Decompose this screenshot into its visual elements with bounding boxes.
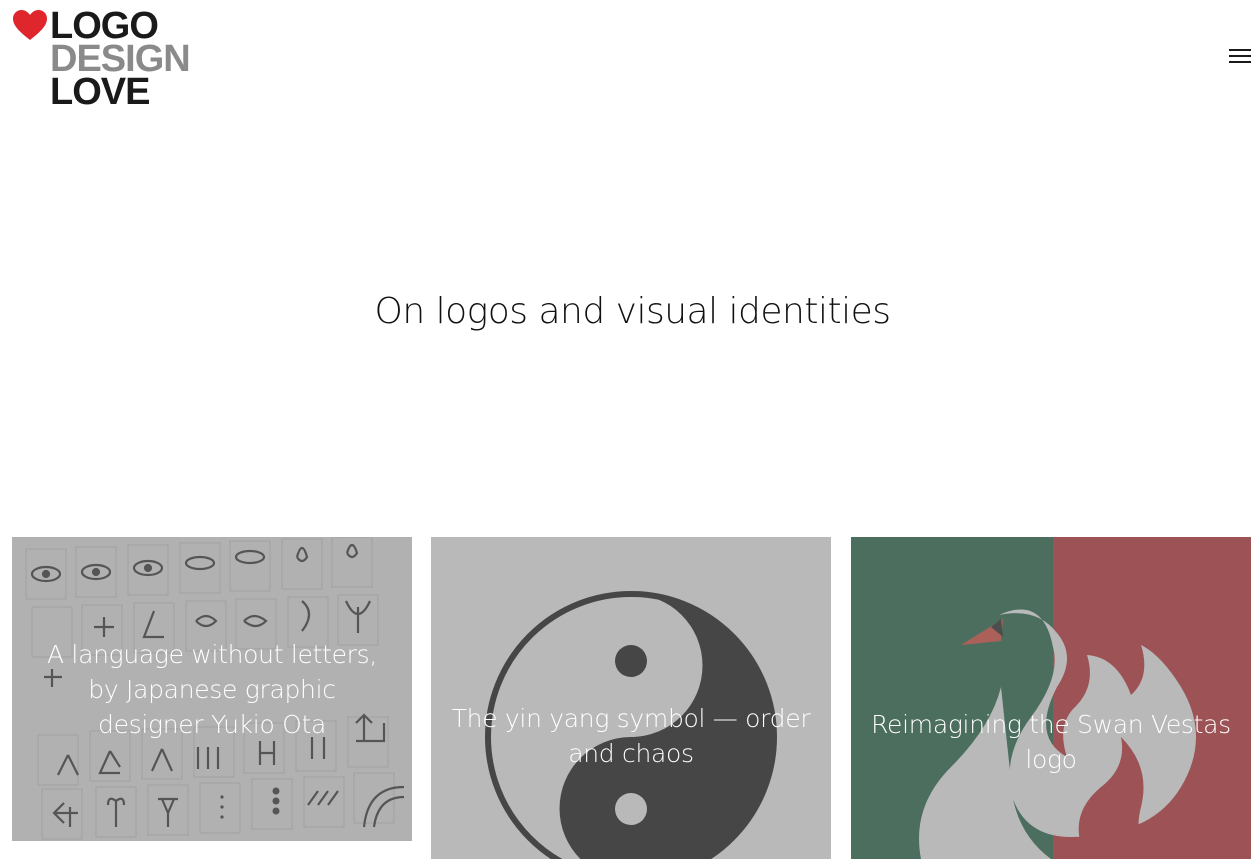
- card-title[interactable]: The yin yang symbol — order and chaos: [441, 701, 821, 771]
- image-overlay: [431, 537, 831, 859]
- card-title[interactable]: A language without letters, by Japanese …: [32, 637, 392, 742]
- site-header: LOGO DESIGN LOVE: [0, 0, 1251, 120]
- site-logo[interactable]: LOGO DESIGN LOVE: [12, 7, 222, 113]
- menu-bar: [1229, 55, 1251, 57]
- article-card-swan-vestas[interactable]: Reimagining the Swan Vestas logo: [851, 537, 1251, 859]
- logo-word-love: LOVE: [50, 71, 150, 113]
- menu-bar: [1229, 49, 1251, 51]
- heart-icon: [13, 10, 47, 40]
- article-card-yin-yang[interactable]: The yin yang symbol — order and chaos: [431, 537, 831, 859]
- card-title[interactable]: Reimagining the Swan Vestas logo: [871, 707, 1231, 777]
- menu-bar: [1229, 61, 1251, 63]
- page-title: On logos and visual identities: [374, 291, 891, 332]
- hamburger-menu-icon[interactable]: [1224, 44, 1251, 68]
- article-card-yukio-ota[interactable]: A language without letters, by Japanese …: [12, 537, 412, 841]
- image-overlay: [851, 537, 1251, 859]
